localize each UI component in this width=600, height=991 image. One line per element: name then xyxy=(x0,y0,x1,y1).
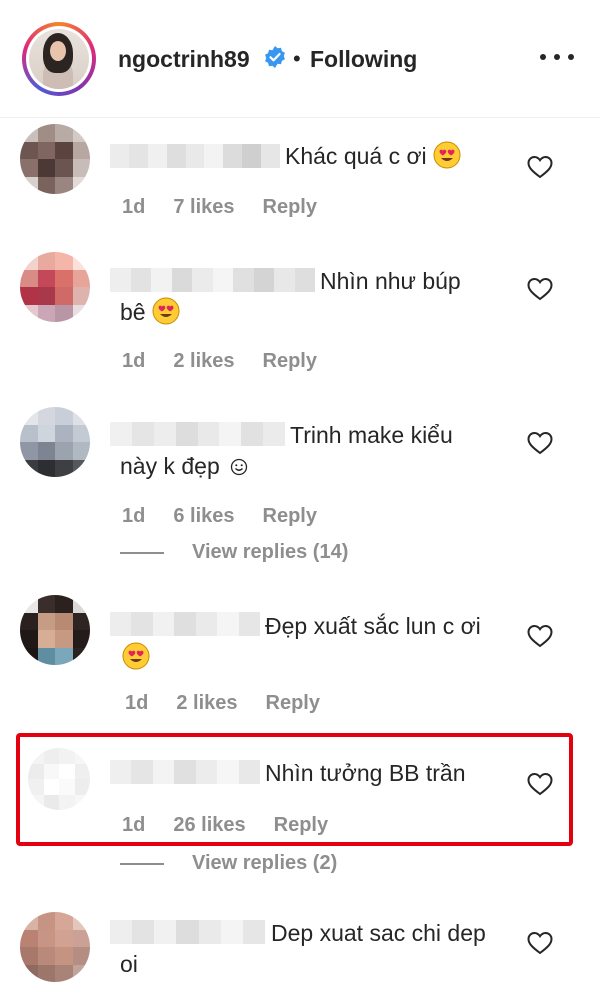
comment-likes[interactable]: 2 likes xyxy=(176,692,237,715)
verified-badge-icon xyxy=(265,46,285,68)
comment-text: Dep xuat sac chi dep xyxy=(271,920,486,946)
comment-time: 1d xyxy=(125,692,149,714)
comment-meta: 1d 2 likes Reply xyxy=(122,350,345,373)
comment-text-continued: oi xyxy=(120,951,138,977)
comment-time: 1d xyxy=(122,350,146,372)
like-heart-icon[interactable] xyxy=(527,431,553,455)
heart-eyes-emoji-icon xyxy=(433,141,461,169)
comment-likes[interactable]: 6 likes xyxy=(173,505,234,528)
comment-meta: 1d 6 likes Reply xyxy=(122,505,345,528)
commenter-name-blurred[interactable] xyxy=(110,422,285,446)
comment-meta: 1d 2 likes Reply xyxy=(125,692,348,715)
reply-button[interactable]: Reply xyxy=(263,350,317,373)
commenter-avatar[interactable] xyxy=(20,912,90,982)
comment-likes[interactable]: 2 likes xyxy=(173,350,234,373)
comment-text: Trinh make kiểu xyxy=(290,422,453,448)
reply-button[interactable]: Reply xyxy=(274,814,328,837)
profile-avatar[interactable] xyxy=(22,22,96,96)
commenter-avatar[interactable] xyxy=(28,748,90,810)
following-button[interactable]: Following xyxy=(310,46,417,73)
comment-text: Nhìn tưởng BB trần xyxy=(265,760,466,786)
commenter-avatar[interactable] xyxy=(20,252,90,322)
commenter-name-blurred[interactable] xyxy=(110,920,265,944)
like-heart-icon[interactable] xyxy=(527,277,553,301)
more-options-icon[interactable] xyxy=(540,44,574,70)
commenter-avatar[interactable] xyxy=(20,595,90,665)
commenter-name-blurred[interactable] xyxy=(110,268,315,292)
comment-meta: 1d 26 likes Reply xyxy=(122,814,356,837)
comment-time: 1d xyxy=(122,196,146,218)
heart-eyes-emoji-icon xyxy=(152,297,180,325)
comment-likes[interactable]: 26 likes xyxy=(173,814,245,837)
reply-button[interactable]: Reply xyxy=(266,692,320,715)
header-separator: • xyxy=(293,46,301,71)
profile-username[interactable]: ngoctrinh89 xyxy=(118,46,250,73)
commenter-name-blurred[interactable] xyxy=(110,144,280,168)
like-heart-icon[interactable] xyxy=(527,931,553,955)
comment-likes[interactable]: 7 likes xyxy=(173,196,234,219)
commenter-avatar[interactable] xyxy=(20,124,90,194)
comment-time: 1d xyxy=(122,814,146,836)
post-header: ngoctrinh89 • Following xyxy=(0,0,600,118)
comment-meta: 1d 7 likes Reply xyxy=(122,196,345,219)
comment-text-continued: này k đẹp xyxy=(120,450,248,483)
reply-button[interactable]: Reply xyxy=(263,196,317,219)
comment-text: Nhìn như búp xyxy=(320,268,461,294)
commenter-name-blurred[interactable] xyxy=(110,612,260,636)
comment-text-continued: bê xyxy=(120,296,180,329)
commenter-name-blurred[interactable] xyxy=(110,760,260,784)
like-heart-icon[interactable] xyxy=(527,772,553,796)
comment-text: Khác quá c ơi xyxy=(285,140,461,173)
commenter-avatar[interactable] xyxy=(20,407,90,477)
like-heart-icon[interactable] xyxy=(527,155,553,179)
like-heart-icon[interactable] xyxy=(527,624,553,648)
view-replies-button[interactable]: View replies (2) xyxy=(120,852,337,875)
view-replies-button[interactable]: View replies (14) xyxy=(120,541,348,564)
comment-text: Đẹp xuất sắc lun c ơi xyxy=(265,613,481,639)
comment-emoji-line xyxy=(122,641,150,674)
heart-eyes-emoji-icon xyxy=(122,642,150,670)
smiley-emoji-icon xyxy=(230,458,248,476)
comment-time: 1d xyxy=(122,505,146,527)
reply-button[interactable]: Reply xyxy=(263,505,317,528)
